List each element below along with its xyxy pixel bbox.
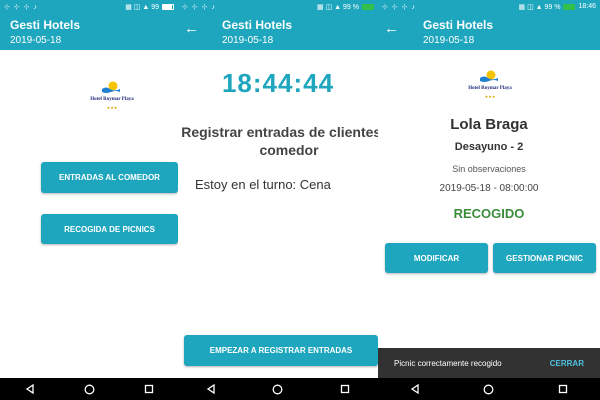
app-title: Gesti Hotels: [10, 18, 81, 32]
recents-square-icon[interactable]: [144, 384, 154, 394]
shift-text: Estoy en el turno: Cena: [195, 177, 331, 192]
start-registering-button[interactable]: EMPEZAR A REGISTRAR ENTRADAS: [184, 335, 378, 366]
back-triangle-icon[interactable]: [25, 384, 35, 394]
system-nav-bar: [178, 378, 378, 400]
notification-icons: ⊹ ⊹ ⊹ ♪: [4, 3, 38, 11]
logo-text: Hotel Roymar Playa: [90, 97, 134, 102]
picnic-pickup-button[interactable]: RECOGIDA DE PICNICS: [41, 214, 178, 244]
register-heading: Registrar entradas de clientes al comedo…: [181, 124, 378, 158]
dining-entries-button[interactable]: ENTRADAS AL COMEDOR: [41, 162, 178, 193]
back-arrow-icon[interactable]: ←: [184, 20, 199, 37]
logo-text: Hotel Roymar Playa: [468, 86, 512, 91]
back-arrow-icon[interactable]: ←: [384, 20, 399, 37]
notification-icons: ⊹ ⊹ ⊹ ♪: [382, 3, 416, 11]
observations: Sin observaciones: [452, 164, 526, 174]
hotel-logo: Hotel Roymar Playa ★★★: [84, 80, 140, 114]
app-bar: ← Gesti Hotels 2019-05-18: [378, 13, 600, 50]
status-bar: ⊹ ⊹ ⊹ ♪ ▦ ◫ ▲ 99 %: [178, 0, 378, 13]
battery-icon: [162, 3, 174, 10]
recents-square-icon[interactable]: [558, 384, 568, 394]
screen-picnic-detail: ⊹ ⊹ ⊹ ♪ ▦ ◫ ▲ 99 % 18:46 ← Gesti Hotels …: [378, 0, 600, 400]
logo-stars: ★★★: [106, 105, 118, 110]
battery-icon: [563, 3, 576, 10]
logo-stars: ★★★: [484, 94, 496, 99]
app-title: Gesti Hotels: [222, 18, 293, 32]
app-date: 2019-05-18: [423, 35, 475, 46]
recents-square-icon[interactable]: [340, 384, 350, 394]
status-badge: RECOGIDO: [453, 206, 525, 221]
manage-picnic-button[interactable]: GESTIONAR PICNIC: [493, 243, 596, 273]
home-circle-icon[interactable]: [84, 384, 95, 395]
pickup-datetime: 2019-05-18 - 08:00:00: [439, 183, 539, 194]
sun-wave-icon: [102, 81, 120, 93]
sun-wave-icon: [480, 70, 498, 82]
system-nav-bar: [0, 378, 178, 400]
clock-time: 18:46: [578, 3, 596, 10]
system-nav-bar: [378, 378, 600, 400]
snackbar-close-button[interactable]: CERRAR: [550, 359, 584, 368]
status-bar: ⊹ ⊹ ⊹ ♪ ▦ ◫ ▲ 99: [0, 0, 178, 13]
home-circle-icon[interactable]: [483, 384, 494, 395]
screen-register-entries: ⊹ ⊹ ⊹ ♪ ▦ ◫ ▲ 99 % ← Gesti Hotels 2019-0…: [178, 0, 378, 400]
app-title: Gesti Hotels: [423, 18, 494, 32]
status-indicators: ▦ ◫ ▲ 99 %: [518, 3, 561, 11]
current-time: 18:44:44: [221, 68, 335, 98]
snackbar-message: Picnic correctamente recogido: [394, 358, 502, 368]
app-bar: ← Gesti Hotels 2019-05-18: [178, 13, 378, 50]
home-circle-icon[interactable]: [272, 384, 283, 395]
guest-name: Lola Braga: [450, 116, 528, 133]
status-indicators: ▦ ◫ ▲ 99 %: [317, 3, 359, 11]
back-triangle-icon[interactable]: [410, 384, 420, 394]
back-triangle-icon[interactable]: [206, 384, 216, 394]
status-indicators: ▦ ◫ ▲ 99: [125, 3, 159, 11]
screen-home: ⊹ ⊹ ⊹ ♪ ▦ ◫ ▲ 99 Gesti Hotels 2019-05-18…: [0, 0, 178, 400]
hotel-logo: Hotel Roymar Playa ★★★: [462, 69, 518, 103]
snackbar: Picnic correctamente recogido CERRAR: [378, 348, 600, 378]
app-date: 2019-05-18: [10, 35, 62, 46]
status-bar: ⊹ ⊹ ⊹ ♪ ▦ ◫ ▲ 99 % 18:46: [378, 0, 600, 13]
battery-icon: [362, 3, 374, 10]
notification-icons: ⊹ ⊹ ⊹ ♪: [182, 3, 216, 11]
meal-info: Desayuno - 2: [454, 141, 524, 153]
modify-button[interactable]: MODIFICAR: [385, 243, 488, 273]
app-date: 2019-05-18: [222, 35, 274, 46]
app-bar: Gesti Hotels 2019-05-18: [0, 13, 178, 50]
